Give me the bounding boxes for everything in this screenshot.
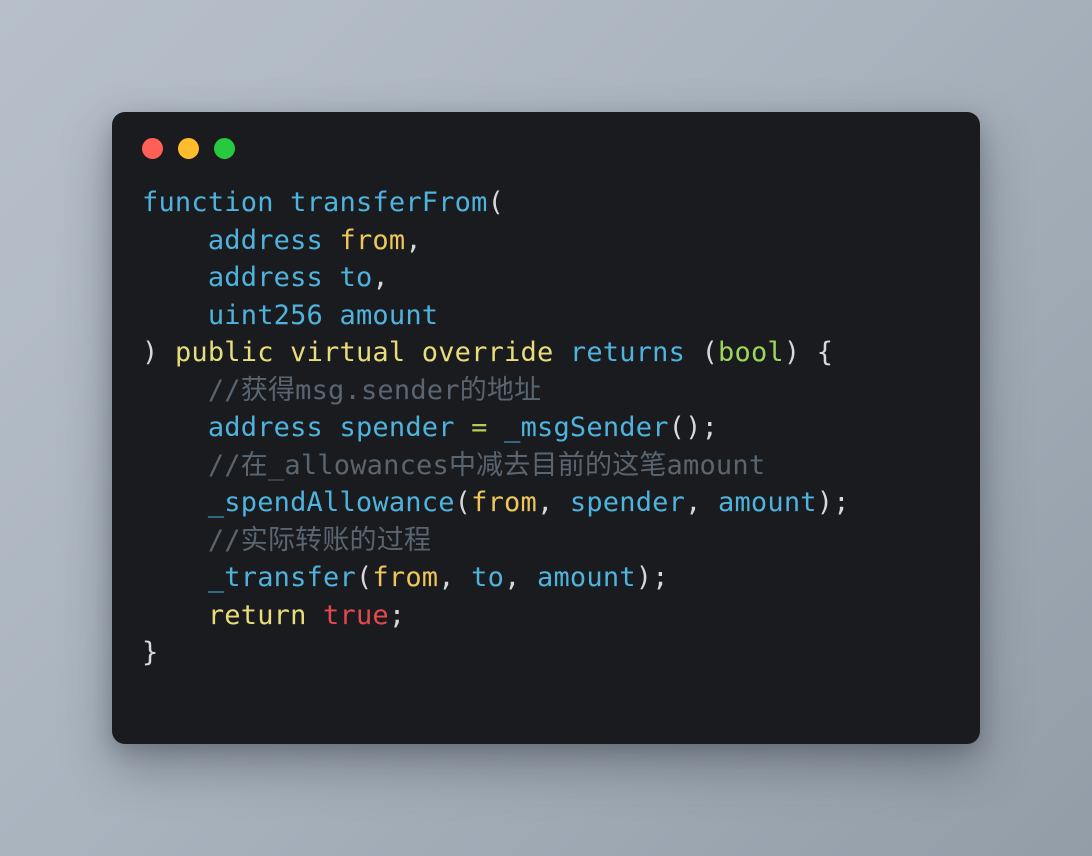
code-token: , — [685, 487, 719, 518]
code-token: from — [372, 562, 439, 593]
code-token: ( — [487, 187, 505, 218]
code-token: return — [207, 599, 307, 631]
code-token: address — [207, 224, 324, 256]
code-token: //在_allowances中减去目前的这笔amount — [207, 449, 766, 481]
code-token: to — [471, 562, 505, 593]
code-token: ); — [635, 562, 669, 593]
code-token: , — [504, 562, 537, 593]
code-token: uint256 — [207, 299, 324, 331]
code-token: spender — [339, 412, 455, 443]
code-token: amount — [718, 487, 817, 518]
code-token: //获得msg.sender的地址 — [207, 374, 542, 406]
code-token: _transfer — [207, 562, 356, 593]
code-token: { — [816, 337, 834, 368]
code-line: //获得msg.sender的地址 — [142, 375, 541, 406]
code-token: , — [405, 224, 422, 256]
code-snippet-window: function transferFrom( address from, add… — [112, 112, 980, 744]
code-line: _transfer(from, to, amount); — [142, 562, 669, 593]
traffic-light-group — [142, 137, 235, 159]
code-line: address to, — [142, 262, 389, 293]
code-line: function transferFrom( — [142, 187, 504, 218]
code-token: _spendAllowance — [207, 487, 455, 518]
code-token: //实际转账的过程 — [207, 524, 432, 556]
code-area: function transferFrom( address from, add… — [112, 184, 980, 672]
code-token: , — [536, 487, 570, 518]
code-token: , — [372, 262, 389, 293]
maximize-button[interactable] — [214, 137, 235, 159]
code-token: transferFrom — [290, 187, 488, 218]
code-token: public virtual override — [174, 337, 554, 368]
code-line: uint256 amount — [142, 300, 438, 331]
code-line: address from, — [142, 225, 422, 256]
code-token: ( — [355, 562, 373, 593]
code-token: bool — [718, 337, 784, 368]
code-line: //在_allowances中减去目前的这笔amount — [142, 450, 765, 481]
code-token: address — [207, 262, 324, 293]
code-token: ( — [454, 487, 472, 518]
code-line: ) public virtual override returns (bool)… — [142, 337, 833, 368]
code-token: ( — [701, 337, 719, 368]
minimize-button[interactable] — [178, 137, 199, 159]
code-token: from — [339, 224, 406, 256]
code-token: true — [323, 599, 389, 631]
code-token: , — [438, 562, 472, 593]
window-titlebar — [112, 112, 980, 184]
code-token: function — [142, 187, 274, 218]
code-token: returns — [569, 337, 686, 368]
code-token: amount — [537, 562, 636, 593]
code-block: function transferFrom( address from, add… — [142, 184, 980, 672]
code-line: //实际转账的过程 — [142, 525, 431, 556]
code-token: address — [207, 412, 324, 443]
code-token: ) — [783, 337, 801, 368]
code-token: = — [471, 412, 488, 443]
code-line: return true; — [142, 600, 405, 631]
code-token: from — [471, 487, 537, 518]
code-token: ; — [388, 599, 406, 631]
code-line: address spender = _msgSender(); — [142, 412, 718, 443]
code-token: amount — [339, 299, 439, 331]
code-line: _spendAllowance(from, spender, amount); — [142, 487, 850, 518]
code-line: } — [142, 637, 158, 668]
code-token: spender — [569, 487, 686, 518]
code-token: ); — [816, 487, 850, 518]
code-token: _msgSender — [504, 412, 669, 443]
code-token: to — [339, 262, 373, 293]
code-token: ) — [142, 337, 159, 368]
close-button[interactable] — [142, 137, 163, 159]
code-token: (); — [668, 412, 719, 443]
code-token: } — [142, 637, 159, 668]
